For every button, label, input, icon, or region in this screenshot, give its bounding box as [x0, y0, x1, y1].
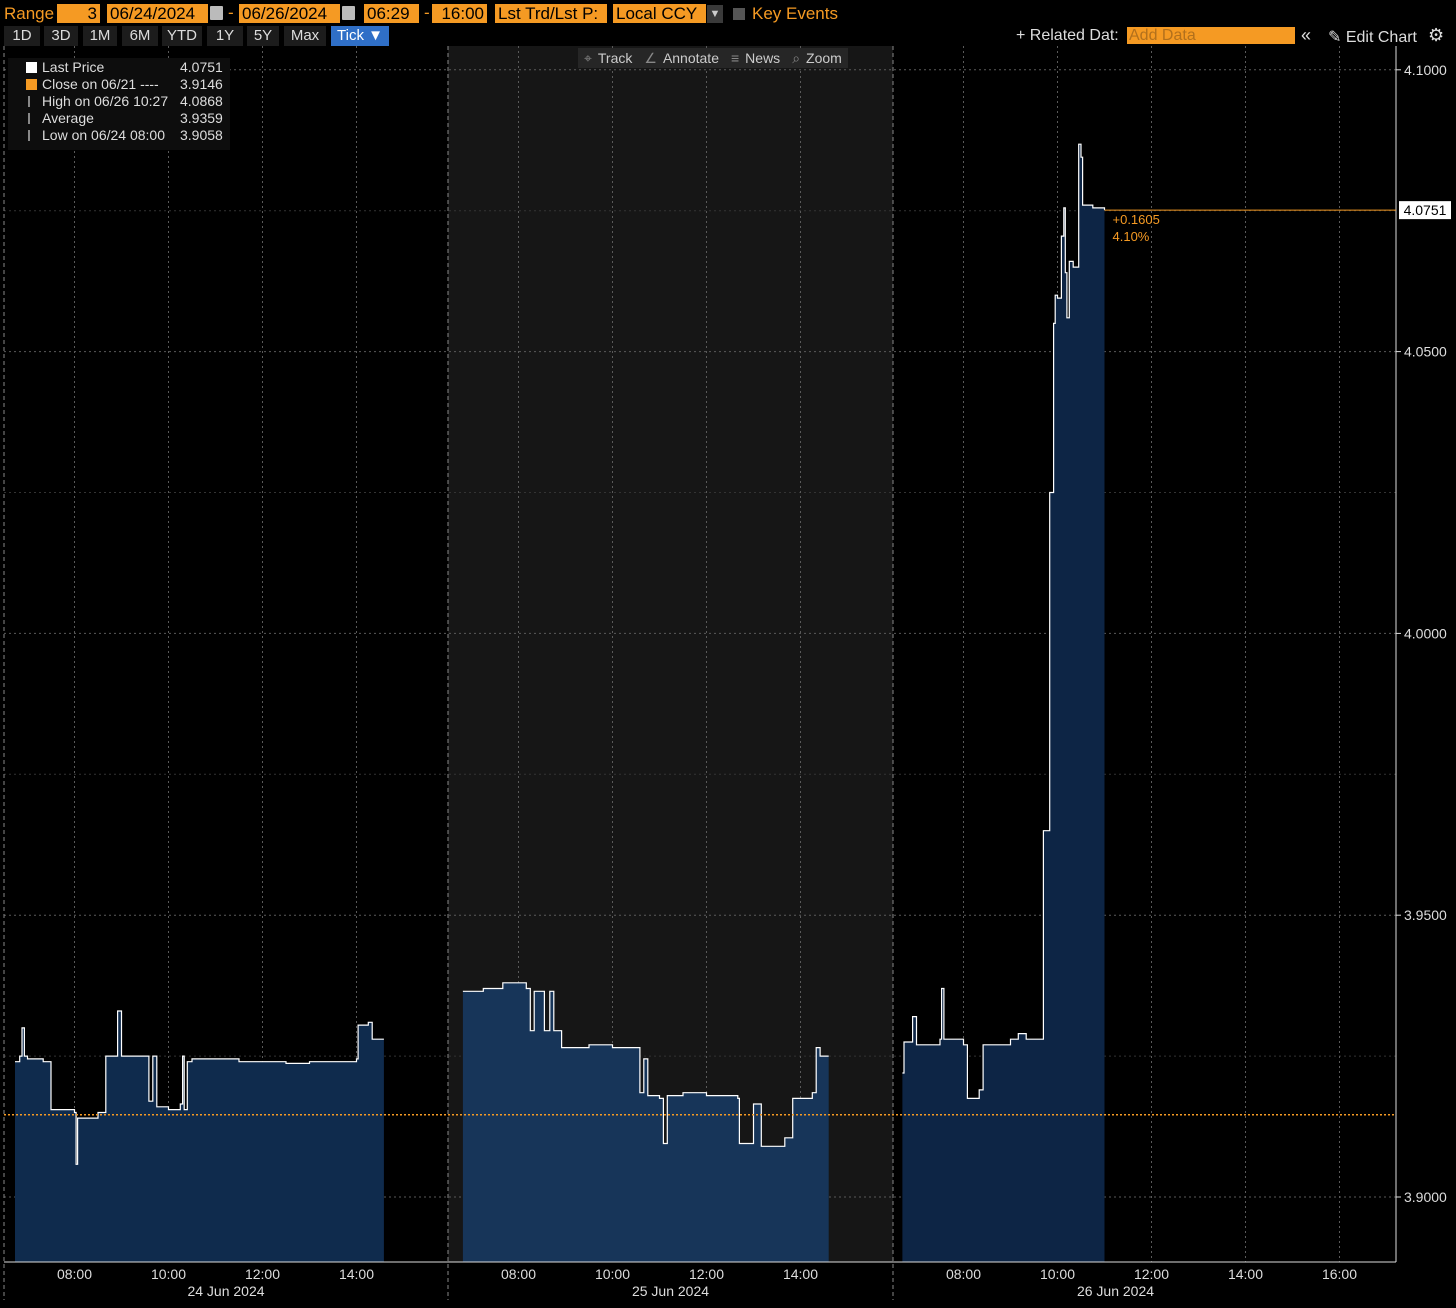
legend-marker: [28, 113, 30, 124]
legend-value: 3.9146: [180, 76, 223, 92]
x-tick-label: 08:00: [57, 1266, 92, 1282]
legend-marker: [26, 79, 37, 90]
x-tick-label: 08:00: [946, 1266, 981, 1282]
legend-value: 4.0868: [180, 93, 223, 109]
x-tick-label: 12:00: [245, 1266, 280, 1282]
annotate-icon: ∠: [644, 50, 657, 66]
x-tick-label: 14:00: [783, 1266, 818, 1282]
legend-entry: Average 3.9359: [8, 110, 230, 127]
legend-marker: [28, 130, 30, 141]
change-pct-label: 4.10%: [1113, 229, 1150, 244]
y-tick-label: 4.0500: [1404, 344, 1447, 360]
chart-legend: Last Price 4.0751 Close on 06/21 ---- 3.914…: [8, 58, 230, 150]
zoom-tool-label: Zoom: [806, 50, 842, 66]
x-tick-label: 14:00: [1228, 1266, 1263, 1282]
day-label: 25 Jun 2024: [632, 1283, 709, 1299]
legend-entry: Close on 06/21 ---- 3.9146: [8, 76, 230, 93]
price-chart[interactable]: 08:00 10:00 12:00 14:00 24 Jun 2024 08:00 10:0…: [0, 0, 1456, 1308]
change-abs-label: +0.1605: [1113, 212, 1160, 227]
x-tick-label: 12:00: [1134, 1266, 1169, 1282]
day-label: 24 Jun 2024: [187, 1283, 264, 1299]
annotate-tool-button[interactable]: ∠ Annotate: [638, 48, 725, 68]
track-icon: ⌖: [584, 50, 592, 66]
legend-value: 4.0751: [180, 59, 223, 75]
price-area-1: [15, 1011, 384, 1262]
legend-entry: Low on 06/24 08:00 3.9058: [8, 127, 230, 144]
legend-marker: [28, 96, 30, 107]
news-tool-label: News: [745, 50, 781, 66]
zoom-icon: ⌕: [792, 50, 801, 66]
price-area-3: [902, 144, 1105, 1263]
x-tick-label: 10:00: [1040, 1266, 1075, 1282]
legend-name: High on 06/26 10:27: [42, 93, 169, 109]
x-tick-label: 12:00: [689, 1266, 724, 1282]
x-tick-label: 16:00: [1322, 1266, 1357, 1282]
chart-tools: ⌖ Track ∠ Annotate ≡ News ⌕ Zoom: [578, 48, 848, 68]
track-tool-button[interactable]: ⌖ Track: [578, 48, 638, 68]
legend-entry: Last Price 4.0751: [8, 59, 230, 76]
legend-value: 3.9058: [180, 127, 223, 143]
x-tick-label: 10:00: [595, 1266, 630, 1282]
legend-marker: [26, 62, 37, 73]
annotate-tool-label: Annotate: [662, 50, 719, 66]
y-tick-label: 4.1000: [1404, 62, 1447, 78]
y-tick-label: 3.9000: [1404, 1189, 1447, 1205]
track-tool-label: Track: [597, 50, 633, 66]
legend-name: Low on 06/24 08:00: [42, 127, 165, 143]
legend-value: 3.9359: [180, 110, 223, 126]
x-tick-label: 10:00: [151, 1266, 186, 1282]
legend-entry: High on 06/26 10:27 4.0868: [8, 93, 230, 110]
legend-name: Average: [42, 110, 94, 126]
news-tool-button[interactable]: ≡ News: [725, 48, 786, 68]
legend-name: Last Price: [42, 59, 105, 75]
x-tick-label: 14:00: [339, 1266, 374, 1282]
x-tick-label: 08:00: [501, 1266, 536, 1282]
legend-name: Close on 06/21 ----: [42, 76, 159, 92]
news-icon: ≡: [731, 50, 740, 66]
day-label: 26 Jun 2024: [1077, 1283, 1154, 1299]
y-tick-label: 3.9500: [1404, 907, 1447, 923]
zoom-tool-button[interactable]: ⌕ Zoom: [786, 48, 848, 68]
last-price-label: 4.0751: [1404, 202, 1447, 218]
y-tick-label: 4.0000: [1404, 625, 1447, 641]
